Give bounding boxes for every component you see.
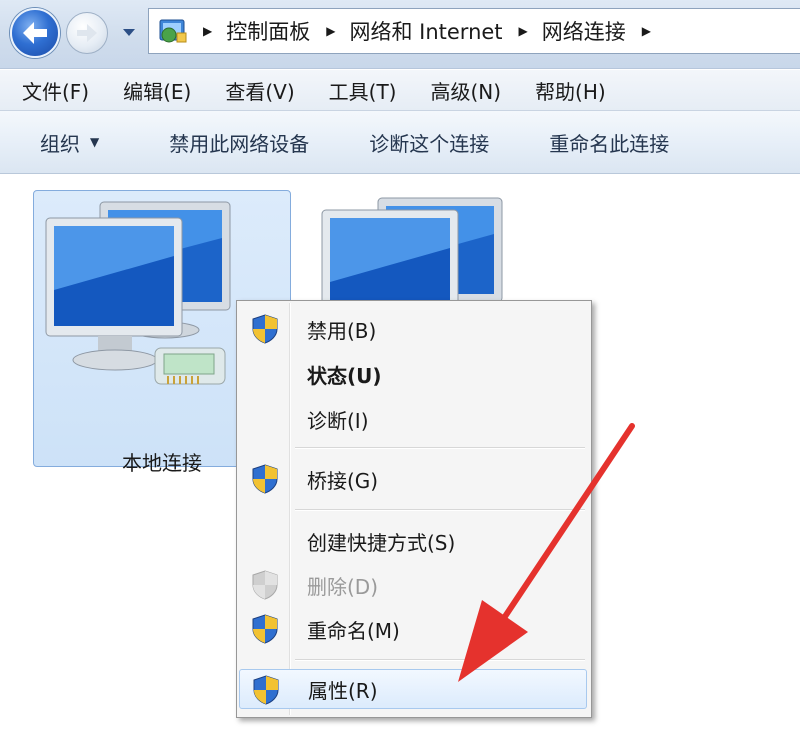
menu-tools[interactable]: 工具(T) <box>329 76 397 105</box>
breadcrumb-item-network-internet[interactable]: 网络和 Internet <box>349 16 502 46</box>
menu-item-label: 禁用(B) <box>307 318 377 343</box>
menu-item-label: 属性(R) <box>308 678 378 703</box>
uac-shield-icon <box>252 464 278 494</box>
back-button[interactable] <box>10 8 60 58</box>
diagnose-button[interactable]: 诊断这个连接 <box>369 128 489 157</box>
breadcrumb-item-network-connections[interactable]: 网络连接 <box>542 16 626 46</box>
recent-pages-dropdown[interactable] <box>122 26 136 40</box>
menu-help[interactable]: 帮助(H) <box>535 76 606 105</box>
menu-edit[interactable]: 编辑(E) <box>123 76 191 105</box>
uac-shield-icon <box>252 570 278 600</box>
menu-item-disable[interactable]: 禁用(B) <box>239 309 587 349</box>
organize-label: 组织 <box>40 131 80 156</box>
breadcrumb-item-control-panel[interactable]: 控制面板 <box>226 16 310 46</box>
uac-shield-icon <box>253 675 279 705</box>
breadcrumb-separator-icon[interactable]: ▶ <box>326 24 335 38</box>
menu-bar: 文件(F) 编辑(E) 查看(V) 工具(T) 高级(N) 帮助(H) <box>0 70 800 111</box>
rename-button[interactable]: 重命名此连接 <box>549 128 669 157</box>
menu-item-label: 桥接(G) <box>307 468 379 493</box>
disable-device-button[interactable]: 禁用此网络设备 <box>169 128 309 157</box>
chevron-down-icon: ▼ <box>90 135 100 149</box>
connections-view: 本地连接 禁用(B) 状态(U) 诊断(I) 桥接(G) 创建快捷方式(S) 删… <box>0 174 800 743</box>
annotation-arrow-icon <box>458 423 635 682</box>
menu-view[interactable]: 查看(V) <box>225 76 294 105</box>
menu-item-label: 状态(U) <box>307 363 382 388</box>
address-bar[interactable]: ▶ 控制面板 ▶ 网络和 Internet ▶ 网络连接 ▶ <box>148 8 800 54</box>
menu-advanced[interactable]: 高级(N) <box>430 76 501 105</box>
address-band: ▶ 控制面板 ▶ 网络和 Internet ▶ 网络连接 ▶ <box>0 0 800 69</box>
organize-button[interactable]: 组织 ▼ <box>40 128 99 157</box>
menu-file[interactable]: 文件(F) <box>22 76 89 105</box>
uac-shield-icon <box>252 614 278 644</box>
breadcrumb-separator-icon: ▶ <box>203 24 213 38</box>
uac-shield-icon <box>252 314 278 344</box>
forward-button[interactable] <box>66 12 108 54</box>
menu-item-label: 创建快捷方式(S) <box>307 530 456 555</box>
menu-item-label: 删除(D) <box>307 574 379 599</box>
menu-item-label: 诊断(I) <box>307 408 369 433</box>
back-arrow-icon <box>23 22 47 44</box>
command-bar: 组织 ▼ 禁用此网络设备 诊断这个连接 重命名此连接 <box>0 111 800 174</box>
breadcrumb-separator-icon[interactable]: ▶ <box>519 24 528 38</box>
menu-item-label: 重命名(M) <box>307 618 400 643</box>
menu-item-status[interactable]: 状态(U) <box>239 354 587 394</box>
network-connection-icon <box>45 201 231 385</box>
forward-arrow-icon <box>77 24 97 42</box>
chevron-down-icon <box>123 29 135 36</box>
breadcrumb: ▶ 控制面板 ▶ 网络和 Internet ▶ 网络连接 ▶ <box>203 16 665 46</box>
control-panel-icon <box>159 19 187 43</box>
breadcrumb-separator-icon[interactable]: ▶ <box>642 24 651 38</box>
